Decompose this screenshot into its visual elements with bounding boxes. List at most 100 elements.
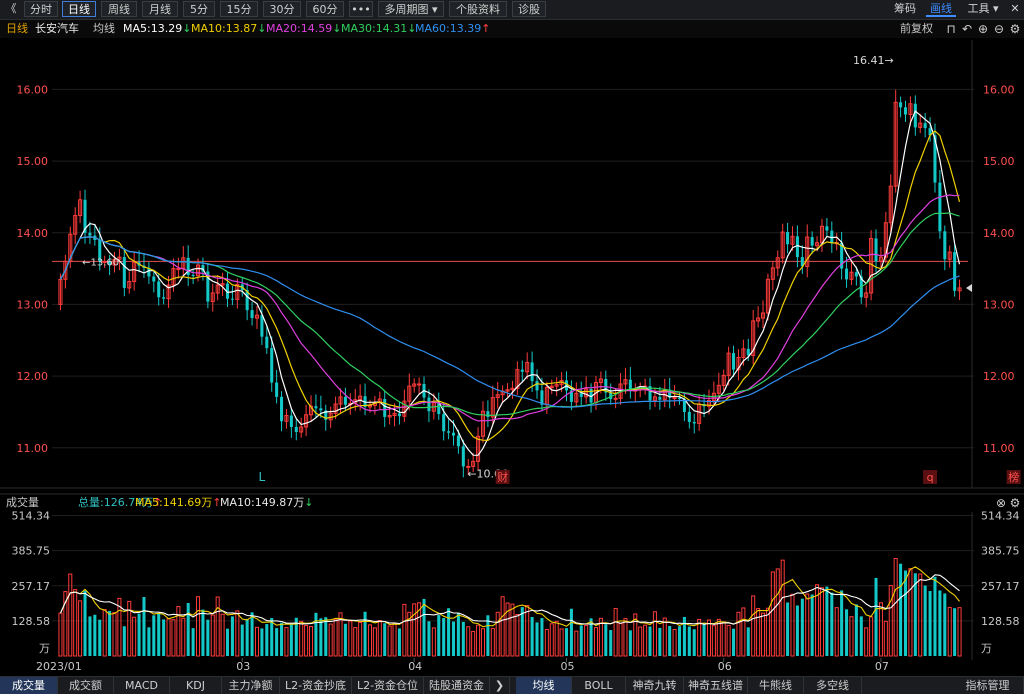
candle-body-down <box>427 397 431 412</box>
volume-bar-down <box>830 592 834 656</box>
volume-bar-down <box>122 626 126 656</box>
volume-bar-up <box>471 630 476 657</box>
price-tick-label: 11.00 <box>983 442 1015 455</box>
price-tick-label: 12.00 <box>983 370 1015 383</box>
candle-body-down <box>520 369 524 372</box>
volume-bar-down <box>943 593 947 656</box>
volume-ma5: MA5:141.69万↑ <box>135 496 222 509</box>
candle-body-up <box>672 397 677 400</box>
kline-chart[interactable]: 16.00 15.00 14.00 13.00 12.00 11.00 16.00 15.0… <box>0 0 1024 676</box>
volume-bar-up <box>638 626 643 657</box>
volume-bar-up <box>299 620 304 657</box>
tab-kdj[interactable]: KDJ <box>170 677 222 694</box>
volume-bar-down <box>383 623 387 656</box>
volume-bar-down <box>240 624 244 656</box>
candle-body-down <box>265 336 269 349</box>
volume-tick-label: 257.17 <box>981 580 1020 593</box>
date-tick-label: 2023/01 <box>36 660 82 673</box>
volume-bar-up <box>775 568 780 657</box>
candle-body-down <box>343 396 347 405</box>
volume-bar-down <box>746 627 750 656</box>
candle-body-down <box>383 399 387 417</box>
candle-body-down <box>938 182 942 232</box>
high-price-label: 16.41→ <box>853 54 894 67</box>
candle-body-down <box>397 413 401 417</box>
volume-bar-down <box>265 624 269 656</box>
tab-long-short[interactable]: 多空线 <box>804 677 862 694</box>
volume-bar-up <box>304 624 309 657</box>
tab-turnover[interactable]: 成交额 <box>58 677 114 694</box>
volume-bar-up <box>918 573 923 657</box>
volume-tick-label: 514.34 <box>981 510 1020 523</box>
tab-magic-five[interactable]: 神奇五线谱 <box>684 677 748 694</box>
candle-body-down <box>461 446 465 467</box>
candle-body-down <box>250 310 254 319</box>
candle-body-down <box>786 232 790 245</box>
tab-l2-position[interactable]: L2-资金仓位 <box>352 677 424 694</box>
candle-body-down <box>442 414 446 432</box>
volume-bar-down <box>677 626 682 656</box>
volume-bar-up <box>431 627 436 657</box>
tab-magic-nine[interactable]: 神奇九转 <box>626 677 684 694</box>
volume-bar-down <box>569 608 573 656</box>
volume-bar-up <box>721 621 726 657</box>
candle-body-down <box>289 415 293 427</box>
volume-bar-down <box>938 590 942 656</box>
tab-northbound[interactable]: 陆股通资金 <box>424 677 490 694</box>
volume-bar-down <box>437 615 441 656</box>
price-tick-label: 16.00 <box>17 83 49 96</box>
volume-bar-down <box>899 563 903 656</box>
candle-body-down <box>732 353 736 370</box>
tab-boll[interactable]: BOLL <box>572 677 626 694</box>
price-tick-label: 16.00 <box>983 83 1015 96</box>
volume-unit-label: 万 <box>39 642 50 655</box>
event-marker: L <box>259 470 266 484</box>
volume-bar-down <box>157 613 161 656</box>
price-tick-label: 12.00 <box>17 370 49 383</box>
volume-bar-up <box>377 620 382 657</box>
volume-bar-up <box>490 627 495 657</box>
volume-bar-up <box>544 629 549 657</box>
tab-l2-bottom[interactable]: L2-资金抄底 <box>280 677 352 694</box>
volume-bar-down <box>451 621 456 656</box>
candle-body-down <box>830 230 834 243</box>
tab-main-net[interactable]: 主力净额 <box>222 677 280 694</box>
volume-bar-down <box>845 609 849 656</box>
volume-bar-up <box>584 624 589 657</box>
volume-tick-label: 385.75 <box>981 545 1020 558</box>
date-tick-label: 06 <box>718 660 732 673</box>
volume-bar-up <box>834 607 839 657</box>
volume-bar-up <box>554 620 559 657</box>
tab-bull-bear[interactable]: 牛熊线 <box>748 677 804 694</box>
volume-bar-down <box>245 618 249 656</box>
volume-bar-up <box>726 624 731 657</box>
tab-ma[interactable]: 均线 <box>516 677 572 694</box>
volume-legend-bar: 成交量 总量:126.74万↑ MA5:141.69万↑ MA10:149.87… <box>0 495 1024 511</box>
volume-bar-down <box>859 616 863 656</box>
volume-bar-up <box>760 612 766 657</box>
volume-bar-up <box>780 559 785 657</box>
tab-macd[interactable]: MACD <box>114 677 170 694</box>
volume-bar-down <box>609 630 613 656</box>
candle-body-up <box>176 268 181 271</box>
scroll-right-icon[interactable]: ❯ <box>490 677 510 694</box>
volume-bar-up <box>171 619 176 657</box>
volume-bar-up <box>102 609 107 657</box>
volume-bar-down <box>795 605 799 656</box>
settings-icon[interactable]: ⚙ <box>1008 495 1022 511</box>
volume-bar-down <box>456 612 460 656</box>
volume-bar-up <box>878 602 883 657</box>
candle-body-down <box>294 426 298 432</box>
candle-body-down <box>845 268 849 280</box>
volume-bar-down <box>687 626 691 656</box>
tab-volume[interactable]: 成交量 <box>0 677 58 694</box>
volume-bar-down <box>363 611 367 656</box>
close-indicator-icon[interactable]: ⊗ <box>994 495 1008 511</box>
volume-bar-up <box>756 607 761 657</box>
volume-bar-down <box>191 628 195 656</box>
volume-bar-down <box>427 621 431 656</box>
volume-bar-up <box>348 620 353 657</box>
indicator-manage-button[interactable]: 指标管理 <box>952 677 1024 694</box>
candle-body-down <box>162 297 166 299</box>
volume-tick-label: 128.58 <box>12 615 51 628</box>
